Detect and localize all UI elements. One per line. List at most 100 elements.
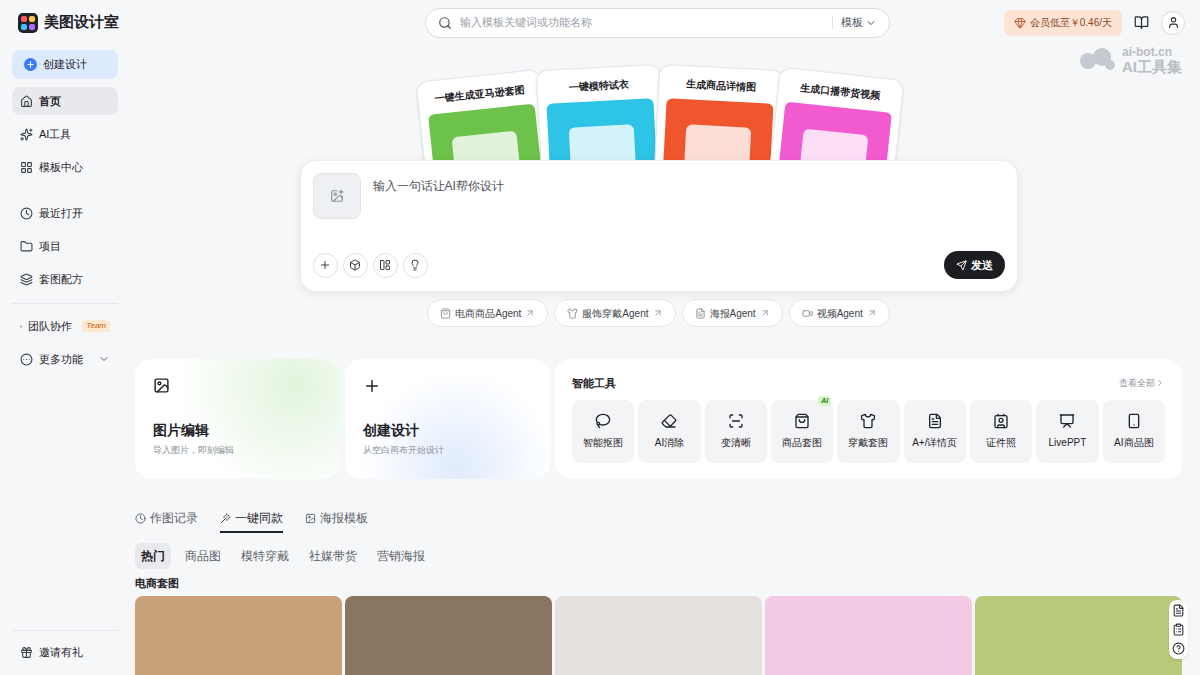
- sidebar-item[interactable]: 更多功能: [12, 345, 118, 373]
- content-tab[interactable]: 一键同款: [220, 509, 283, 533]
- search-icon: [438, 16, 452, 30]
- sidebar-item[interactable]: 模板中心: [12, 153, 118, 181]
- agent-icon: [440, 308, 451, 319]
- tool-button[interactable]: 智能抠图: [572, 400, 634, 463]
- watermark-logo-icon: [1076, 47, 1116, 73]
- tool-button[interactable]: 商品套图AI: [771, 400, 833, 463]
- tab-icon: [305, 513, 316, 524]
- content-tab[interactable]: 海报模板: [305, 509, 368, 533]
- sidebar-group: 团队协作Team 更多功能: [12, 303, 118, 373]
- template-card[interactable]: [765, 596, 972, 675]
- notes-icon[interactable]: [1134, 15, 1149, 30]
- send-button[interactable]: 发送: [944, 251, 1005, 279]
- content-tabs: 作图记录一键同款海报模板: [135, 509, 1182, 533]
- quick-card[interactable]: 创建设计从空白画布开始设计: [345, 359, 550, 479]
- ai-badge: AI: [818, 396, 831, 407]
- create-button[interactable]: 创建设计: [12, 50, 118, 79]
- tool-icon: [1059, 413, 1075, 429]
- sidebar-item-icon: [20, 353, 33, 366]
- filter-pill[interactable]: 商品图: [179, 543, 227, 569]
- app-name: 美图设计室: [44, 11, 119, 34]
- arrow-icon: [760, 308, 770, 318]
- sidebar-item[interactable]: AI工具: [12, 120, 118, 148]
- arrow-icon: [653, 308, 663, 318]
- quick-row: 图片编辑导入图片，即刻编辑创建设计从空白画布开始设计智能工具查看全部智能抠图AI…: [135, 359, 1182, 479]
- member-button[interactable]: 会员低至￥0.46/天: [1004, 10, 1122, 36]
- agent-chip[interactable]: 海报Agent: [682, 299, 783, 327]
- template-card[interactable]: [975, 596, 1182, 675]
- sidebar-item[interactable]: 首页: [12, 87, 118, 115]
- sidebar: 创建设计首页 AI工具模板中心最近打开项目套图配方团队协作Team 更多功能邀请有礼: [0, 45, 130, 675]
- float-tool-icon[interactable]: [1172, 623, 1185, 636]
- hero-card[interactable]: 生成口播带货视频: [766, 67, 904, 160]
- agent-icon: [802, 308, 813, 319]
- template-card[interactable]: [555, 596, 762, 675]
- tool-button[interactable]: AI消除: [638, 400, 700, 463]
- hero-cards: 一键生成亚马逊套图一键模特试衣生成商品详情图生成口播带货视频: [300, 45, 1018, 160]
- filter-pill[interactable]: 营销海报: [371, 543, 431, 569]
- filter-pill[interactable]: 热门: [135, 543, 171, 569]
- float-tool-icon[interactable]: [1172, 604, 1185, 617]
- filter-pill[interactable]: 模特穿戴: [235, 543, 295, 569]
- sidebar-item-icon: [20, 128, 33, 141]
- agent-chip[interactable]: 服饰穿戴Agent: [554, 299, 675, 327]
- search-placeholder[interactable]: 输入模板关键词或功能名称: [460, 14, 824, 31]
- tool-button[interactable]: 穿戴套图: [837, 400, 899, 463]
- tool-icon: [661, 413, 677, 429]
- invite-item[interactable]: 邀请有礼: [12, 639, 118, 665]
- tool-button[interactable]: LivePPT: [1036, 400, 1098, 463]
- template-card[interactable]: [135, 596, 342, 675]
- header: 美图设计室 输入模板关键词或功能名称模板 会员低至￥0.46/天: [0, 0, 1200, 45]
- tool-button[interactable]: AI商品图: [1103, 400, 1165, 463]
- filter-row: 热门商品图模特穿戴社媒带货营销海报: [135, 543, 1182, 569]
- sidebar-item[interactable]: 套图配方: [12, 265, 118, 293]
- filter-pill[interactable]: 社媒带货: [303, 543, 363, 569]
- sidebar-item[interactable]: 项目: [12, 232, 118, 260]
- tool-icon: [728, 413, 744, 429]
- template-card[interactable]: [345, 596, 552, 675]
- prompt-tool-icon: [409, 259, 421, 271]
- tool-button[interactable]: 变清晰: [705, 400, 767, 463]
- content-tab[interactable]: 作图记录: [135, 509, 198, 533]
- view-all-link[interactable]: 查看全部: [1119, 377, 1165, 391]
- gift-icon: [20, 646, 33, 659]
- chevron-right-icon: [1155, 378, 1165, 388]
- hero-card[interactable]: 一键模特试衣: [535, 64, 667, 160]
- agent-icon: [695, 308, 706, 319]
- tool-icon: [860, 413, 876, 429]
- sidebar-item[interactable]: 最近打开: [12, 199, 118, 227]
- prompt-tool-button[interactable]: [373, 253, 398, 278]
- hero-card[interactable]: 生成商品详情图: [652, 64, 784, 160]
- prompt-box: 输入一句话让AI帮你设计发送: [300, 160, 1018, 292]
- tools-panel: 智能工具查看全部智能抠图AI消除变清晰商品套图AI穿戴套图A+/详情页证件照Li…: [555, 359, 1182, 479]
- sidebar-item-icon: [20, 161, 33, 174]
- prompt-tool-button[interactable]: [313, 253, 338, 278]
- tool-button[interactable]: A+/详情页: [904, 400, 966, 463]
- agent-chip[interactable]: 视频Agent: [789, 299, 890, 327]
- quick-card[interactable]: 图片编辑导入图片，即刻编辑: [135, 359, 340, 479]
- hero-card[interactable]: 一键生成亚马逊套图: [415, 69, 553, 160]
- prompt-input[interactable]: 输入一句话让AI帮你设计: [373, 173, 504, 195]
- team-badge: Team: [82, 320, 110, 332]
- plus-icon: [363, 377, 381, 395]
- logo-icon: [18, 13, 38, 33]
- prompt-tool-button[interactable]: [343, 253, 368, 278]
- hero-card-image: [546, 98, 658, 160]
- prompt-tool-button[interactable]: [403, 253, 428, 278]
- hero-card-image: [775, 102, 891, 160]
- agent-chip[interactable]: 电商商品Agent: [427, 299, 548, 327]
- user-button[interactable]: [1161, 11, 1185, 35]
- sidebar-item-icon: [20, 240, 33, 253]
- hero-card-image: [661, 98, 773, 160]
- search-bar[interactable]: 输入模板关键词或功能名称模板: [425, 8, 890, 38]
- logo[interactable]: 美图设计室: [0, 11, 130, 34]
- float-tool-icon[interactable]: [1172, 642, 1185, 655]
- tool-button[interactable]: 证件照: [970, 400, 1032, 463]
- prompt-tool-icon: [319, 259, 331, 271]
- search-scope[interactable]: 模板: [841, 14, 877, 31]
- tool-icon: [993, 413, 1009, 429]
- image-upload[interactable]: [313, 173, 361, 219]
- section-title: 电商套图: [135, 575, 1182, 592]
- sidebar-item[interactable]: 团队协作Team: [12, 312, 118, 340]
- hero-card-image: [428, 104, 544, 160]
